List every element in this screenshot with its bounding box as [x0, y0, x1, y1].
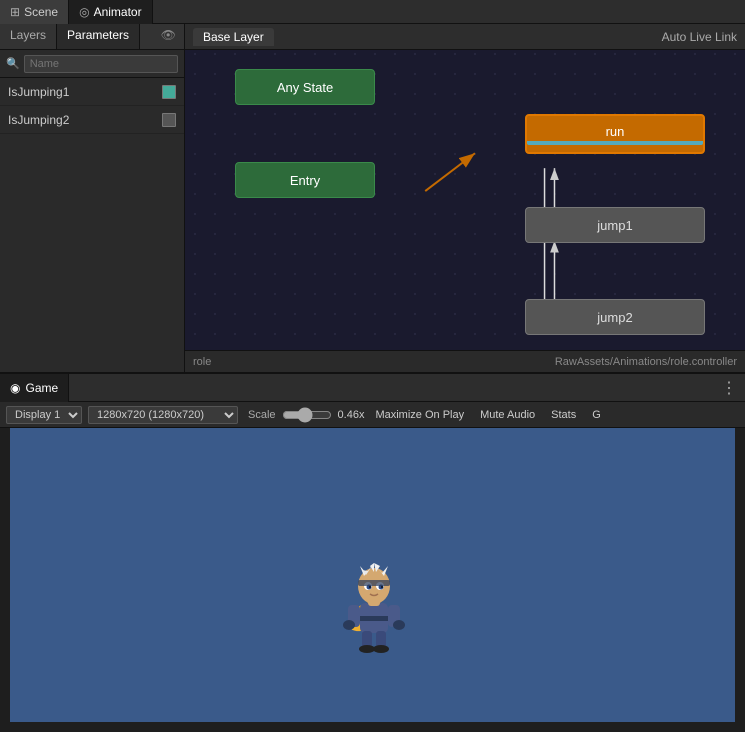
scene-icon: ⊞	[10, 5, 20, 19]
eye-icon[interactable]: 👁	[153, 24, 184, 49]
tab-game[interactable]: ◉ Game	[0, 374, 69, 402]
node-entry[interactable]: Entry	[235, 162, 375, 198]
tab-parameters[interactable]: Parameters	[57, 24, 140, 49]
status-right: RawAssets/Animations/role.controller	[555, 356, 737, 368]
param-name-1: IsJumping1	[8, 85, 162, 99]
left-panel: Layers Parameters 👁 🔍 + ▼ IsJumping1 IsJ…	[0, 24, 185, 372]
tab-animator[interactable]: ◎ Animator	[69, 0, 153, 24]
param-checkbox-1[interactable]	[162, 85, 176, 99]
list-item: IsJumping2	[0, 106, 184, 134]
display-select[interactable]: Display 1	[6, 406, 82, 424]
node-jump2[interactable]: jump2	[525, 299, 705, 335]
resolution-select[interactable]: 1280x720 (1280x720)	[88, 406, 238, 424]
animator-section: Layers Parameters 👁 🔍 + ▼ IsJumping1 IsJ…	[0, 24, 745, 374]
game-section: ◉ Game ⋮ Display 1 1280x720 (1280x720) S…	[0, 374, 745, 732]
node-jump1[interactable]: jump1	[525, 207, 705, 243]
auto-live-link-button[interactable]: Auto Live Link	[662, 30, 737, 44]
game-toolbar: Display 1 1280x720 (1280x720) Scale 0.46…	[0, 402, 745, 428]
search-icon: 🔍	[6, 57, 20, 70]
game-options-button[interactable]: ⋮	[713, 378, 745, 398]
tab-layers[interactable]: Layers	[0, 24, 57, 49]
top-tabs-bar: ⊞ Scene ◎ Animator	[0, 0, 745, 24]
param-name-2: IsJumping2	[8, 113, 162, 127]
game-tab-icon: ◉	[10, 381, 20, 395]
game-viewport	[10, 428, 735, 722]
scale-value: 0.46x	[338, 409, 365, 421]
gizmos-button[interactable]: G	[587, 407, 606, 423]
stats-button[interactable]: Stats	[546, 407, 581, 423]
search-bar: 🔍 + ▼	[0, 50, 184, 78]
tab-scene-label: Scene	[24, 5, 58, 19]
base-layer-tab[interactable]: Base Layer	[193, 28, 274, 46]
animator-top-bar: Base Layer Auto Live Link	[185, 24, 745, 50]
tab-animator-label: Animator	[94, 5, 142, 19]
character-sprite	[330, 558, 410, 638]
character-svg	[330, 558, 420, 658]
animator-canvas: Base Layer Auto Live Link	[185, 24, 745, 372]
node-run-progress-bar	[527, 141, 703, 145]
status-left: role	[193, 356, 211, 368]
game-tabs: ◉ Game ⋮	[0, 374, 745, 402]
param-checkbox-2[interactable]	[162, 113, 176, 127]
scale-slider[interactable]	[282, 407, 332, 423]
node-run[interactable]: run	[525, 114, 705, 154]
panel-tabs: Layers Parameters 👁	[0, 24, 184, 50]
scale-label: Scale	[248, 409, 276, 421]
animator-icon: ◎	[79, 5, 89, 19]
main-layout: Layers Parameters 👁 🔍 + ▼ IsJumping1 IsJ…	[0, 24, 745, 732]
tab-scene[interactable]: ⊞ Scene	[0, 0, 69, 24]
maximize-on-play-button[interactable]: Maximize On Play	[370, 407, 469, 423]
game-tab-label: Game	[25, 381, 58, 395]
node-any-state[interactable]: Any State	[235, 69, 375, 105]
mute-audio-button[interactable]: Mute Audio	[475, 407, 540, 423]
search-input[interactable]	[24, 55, 178, 73]
animator-status-bar: role RawAssets/Animations/role.controlle…	[185, 350, 745, 372]
list-item: IsJumping1	[0, 78, 184, 106]
